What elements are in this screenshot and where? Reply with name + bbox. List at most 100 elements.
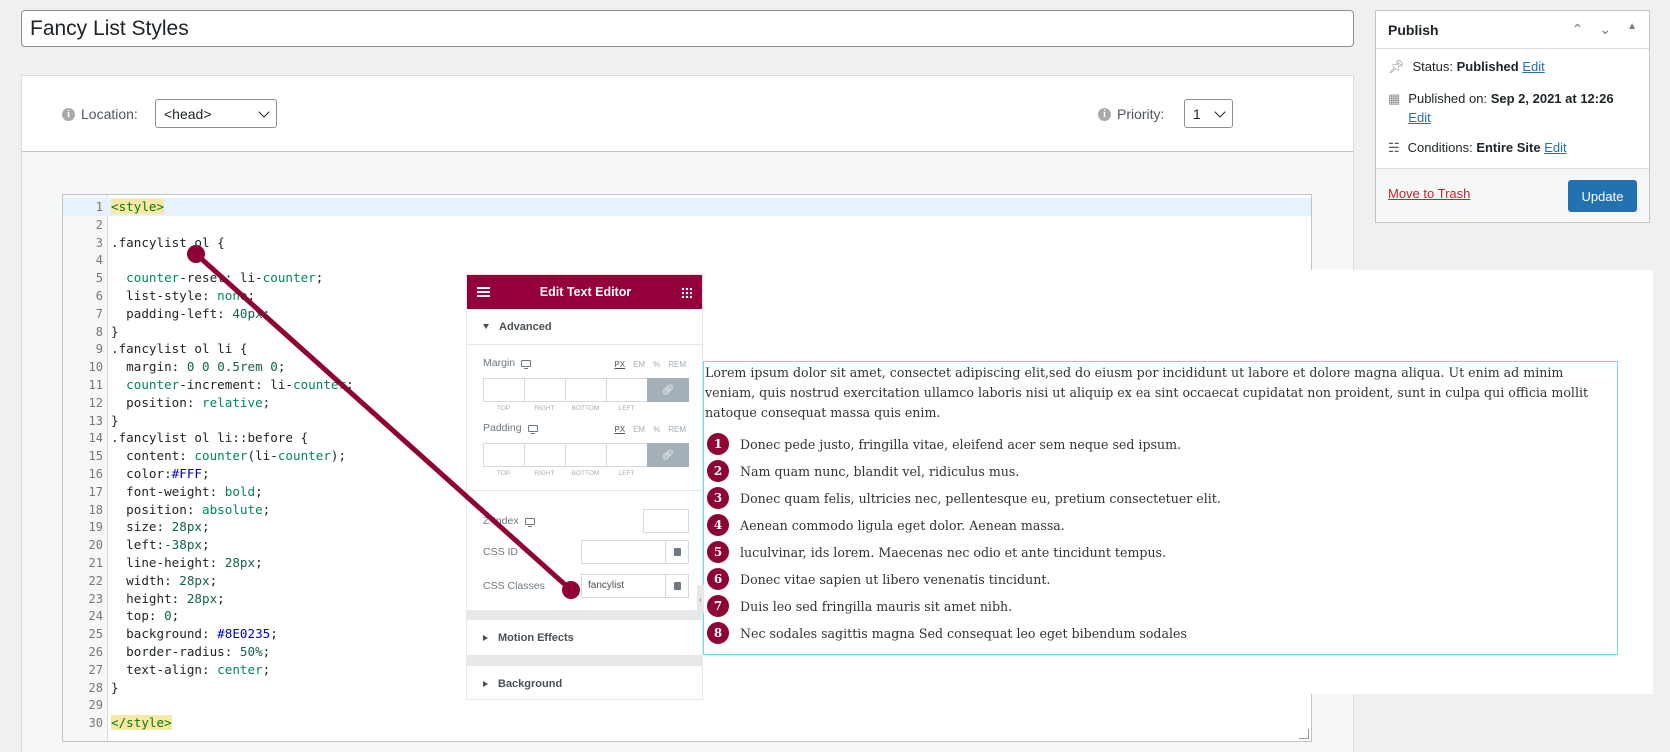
trash-icon[interactable] [665,574,689,598]
code-text: } [111,412,119,428]
list-item-text: Donec pede justo, fringilla vitae, eleif… [740,436,1182,452]
line-number: 4 [95,253,103,268]
collapse-triangle-icon[interactable]: ▲ [1627,21,1637,38]
margin-left-input[interactable] [606,378,647,402]
list-number-badge: 3 [707,487,729,509]
update-button[interactable]: Update [1568,180,1637,212]
line-number: 19 [88,520,103,535]
list-item-text: Donec quam felis, ultricies nec, pellent… [740,490,1221,506]
line-number: 23 [88,591,103,606]
unit-px[interactable]: PX [614,360,625,369]
section-advanced[interactable]: Advanced [467,309,702,345]
code-line[interactable]: 1 <style> [63,198,1311,216]
list-item: 7 Duis leo sed fringilla mauris sit amet … [707,595,1012,617]
line-number: 1 [95,200,103,214]
zindex-input[interactable] [643,509,689,533]
zindex-label: Z-Index [483,515,535,527]
line-number: 3 [95,235,103,250]
unit-rem[interactable]: REM [668,425,686,434]
list-number-badge: 4 [707,514,729,536]
list-item: 3 Donec quam felis, ultricies nec, pellen… [707,487,1221,509]
code-line[interactable]: 2 [63,216,1311,234]
line-number: 12 [88,395,103,410]
line-number: 8 [95,324,103,339]
line-number: 30 [88,716,103,731]
list-number-badge: 6 [707,568,729,590]
line-number: 27 [88,662,103,677]
padding-bottom-input[interactable] [565,443,606,467]
code-line[interactable]: 3 .fancylist ol { [63,234,1311,252]
move-to-trash-link[interactable]: Move to Trash [1388,186,1470,201]
code-text: font-weight: bold; [111,483,263,499]
trash-icon[interactable] [665,540,689,564]
unit-px[interactable]: PX [614,425,625,434]
publish-box: Publish ⌃ ⌄ ▲ 📌︎ Status: Published Edit … [1375,10,1650,223]
caret-right-icon [483,681,488,687]
padding-left-input[interactable] [606,443,647,467]
unit-rem[interactable]: REM [668,360,686,369]
code-text: size: 28px; [111,519,210,535]
unit-percent[interactable]: % [653,360,660,369]
section-motion-effects[interactable]: Motion Effects [467,620,702,656]
section-background[interactable]: Background [467,666,702,702]
collapse-panel-handle[interactable]: ‹ [697,585,704,613]
code-text: counter-reset: li-counter; [126,270,324,286]
published-row: ▦ Published on: Sep 2, 2021 at 12:26 Edit [1388,91,1614,125]
caret-right-icon [483,634,488,641]
priority-select[interactable]: 1 [1184,99,1233,128]
chevron-up-icon[interactable]: ⌃ [1572,21,1584,38]
unit-em[interactable]: EM [633,360,645,369]
section-separator [467,656,702,666]
elementor-header: Edit Text Editor [467,275,702,309]
padding-label: Padding [483,422,538,434]
padding-top-input[interactable] [483,443,524,467]
caret-down-icon [483,324,489,329]
code-text: list-style: none; [111,288,256,303]
location-select[interactable]: <head> [155,99,277,128]
hamburger-menu-icon[interactable] [477,287,490,297]
code-line[interactable]: 30 </style> [63,714,1311,732]
chevron-down-icon[interactable]: ⌄ [1599,21,1611,38]
list-item-text: Aenean commodo ligula eget dolor. Aenean… [740,517,1065,533]
list-item-text: Nam quam nunc, blandit vel, ridiculus mu… [740,463,1020,479]
published-date: Sep 2, 2021 at 12:26 [1490,91,1614,106]
monitor-icon [521,359,532,369]
margin-captions: TOP RIGHT BOTTOM LEFT [496,405,635,412]
code-text: <style> [111,199,165,214]
css-id-label: CSS ID [483,546,519,558]
line-number: 26 [88,645,103,659]
list-item: 4 Aenean commodo ligula eget dolor. Aenea… [707,514,1065,536]
post-title-input[interactable]: Fancy List Styles [21,10,1354,47]
widgets-grid-icon[interactable] [681,286,692,298]
css-id-input[interactable] [581,540,666,564]
code-text: height: 28px; [111,590,225,606]
code-text: color:#FFF; [111,466,210,481]
link-values-icon[interactable]: 🔗︎ [647,378,689,402]
line-number: 6 [95,289,103,303]
monitor-icon [527,424,538,434]
publish-header: Publish ⌃ ⌄ ▲ [1376,11,1649,49]
margin-label: Margin [483,357,532,369]
code-text: line-height: 28px; [111,555,263,570]
margin-top-input[interactable] [483,378,524,402]
code-text: text-align: center; [111,661,271,677]
published-edit-link[interactable]: Edit [1408,110,1430,125]
priority-label: i Priority: [1098,106,1164,122]
line-number: 22 [88,573,103,588]
code-line[interactable]: 4 [63,251,1311,269]
padding-right-input[interactable] [524,443,565,467]
line-number: 15 [88,449,103,464]
css-classes-input[interactable]: fancylist [581,574,666,598]
status-edit-link[interactable]: Edit [1522,59,1544,74]
unit-em[interactable]: EM [633,425,645,434]
link-values-icon[interactable]: 🔗︎ [647,443,689,467]
code-text: .fancylist ol li { [111,341,248,357]
margin-right-input[interactable] [524,378,565,402]
list-item-text: Nec sodales sagittis magna Sed consequat… [740,625,1187,641]
margin-bottom-input[interactable] [565,378,606,402]
conditions-edit-link[interactable]: Edit [1544,140,1566,155]
code-text: .fancylist ol { [111,234,225,250]
code-text: counter-increment: li-counter; [126,377,354,392]
list-number-badge: 8 [707,622,729,644]
unit-percent[interactable]: % [653,425,660,434]
